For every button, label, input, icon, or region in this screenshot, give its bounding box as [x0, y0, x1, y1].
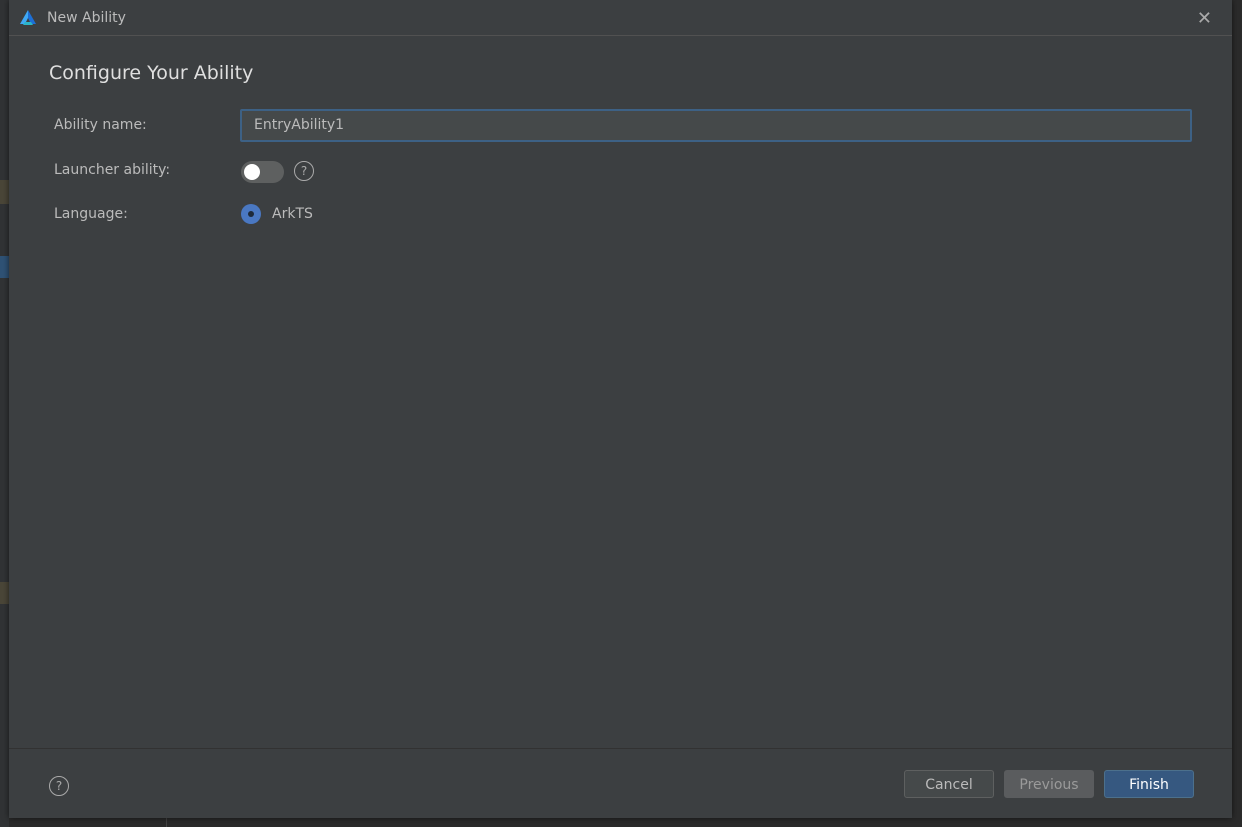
background-ide-editor: [166, 818, 1153, 827]
previous-button[interactable]: Previous: [1004, 770, 1094, 798]
window-title: New Ability: [47, 9, 126, 26]
cancel-button[interactable]: Cancel: [904, 770, 994, 798]
background-ide-edge: [0, 0, 9, 827]
title-bar[interactable]: New Ability ✕: [9, 0, 1232, 36]
page-title: Configure Your Ability: [49, 62, 254, 84]
ability-name-label: Ability name:: [54, 117, 147, 133]
launcher-ability-label: Launcher ability:: [54, 162, 171, 178]
ability-name-input[interactable]: EntryAbility1: [240, 109, 1192, 142]
launcher-ability-toggle[interactable]: [241, 161, 284, 183]
finish-button[interactable]: Finish: [1104, 770, 1194, 798]
footer-divider: [9, 748, 1232, 749]
language-label: Language:: [54, 206, 128, 222]
close-icon[interactable]: ✕: [1197, 8, 1212, 29]
help-icon[interactable]: ?: [294, 161, 314, 181]
footer-help-icon[interactable]: ?: [49, 776, 69, 796]
app-logo-icon: [20, 9, 36, 25]
arkts-radio-label: ArkTS: [272, 206, 313, 222]
arkts-radio[interactable]: [241, 204, 261, 224]
new-ability-dialog: New Ability ✕ Configure Your Ability Abi…: [9, 0, 1232, 818]
